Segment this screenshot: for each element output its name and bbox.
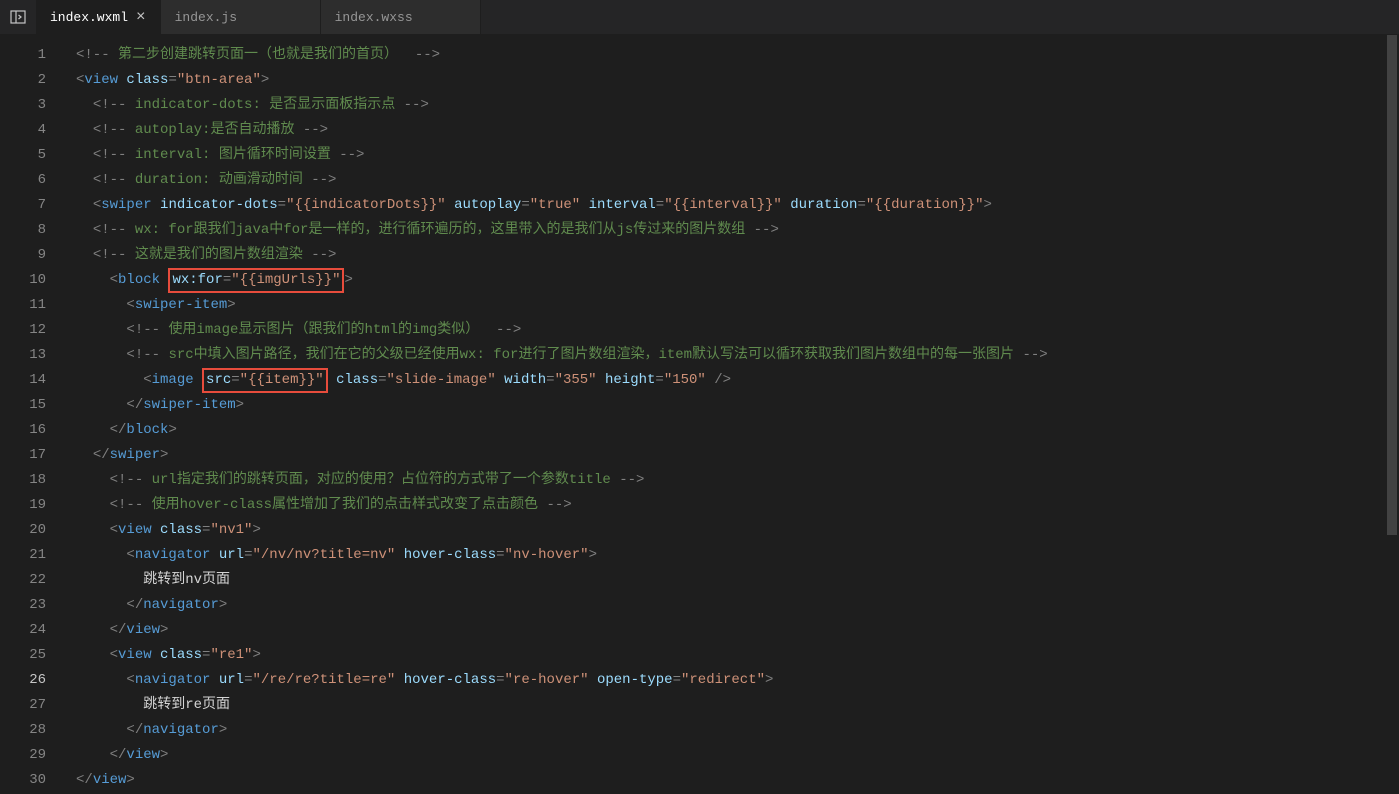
code-line[interactable]: </view> [64, 743, 1385, 768]
highlight-box-src: src="{{item}}" [202, 368, 328, 393]
code-line[interactable]: <navigator url="/nv/nv?title=nv" hover-c… [64, 543, 1385, 568]
line-number: 27 [0, 693, 64, 718]
close-icon[interactable]: × [136, 8, 146, 26]
code-line[interactable]: <view class="nv1"> [64, 518, 1385, 543]
line-number: 14 [0, 368, 64, 393]
tab-label: index.wxss [335, 10, 413, 25]
code-line[interactable]: <!-- wx: for跟我们java中for是一样的，进行循环遍历的，这里带入… [64, 218, 1385, 243]
tab-index-wxss[interactable]: index.wxss [321, 0, 481, 34]
tab-index-js[interactable]: index.js [161, 0, 321, 34]
code-content[interactable]: <!-- 第二步创建跳转页面一（也就是我们的首页） --><view class… [64, 35, 1385, 794]
vertical-scrollbar[interactable] [1385, 35, 1399, 794]
code-line[interactable]: <!-- url指定我们的跳转页面，对应的使用？占位符的方式带了一个参数titl… [64, 468, 1385, 493]
line-number: 4 [0, 118, 64, 143]
line-number: 22 [0, 568, 64, 593]
code-line[interactable]: <!-- 这就是我们的图片数组渲染 --> [64, 243, 1385, 268]
line-number: 21 [0, 543, 64, 568]
line-number: 9 [0, 243, 64, 268]
line-number: 13 [0, 343, 64, 368]
line-number: 5 [0, 143, 64, 168]
code-line[interactable]: <!-- 使用hover-class属性增加了我们的点击样式改变了点击颜色 --… [64, 493, 1385, 518]
code-line[interactable]: </block> [64, 418, 1385, 443]
editor: 1234567891011121314151617181920212223242… [0, 35, 1399, 794]
tabs-container: index.wxml × index.js index.wxss [36, 0, 481, 34]
line-number: 28 [0, 718, 64, 743]
panel-layout-icon[interactable] [0, 0, 36, 34]
code-line[interactable]: </swiper> [64, 443, 1385, 468]
code-line[interactable]: </view> [64, 618, 1385, 643]
code-line[interactable]: <!-- duration: 动画滑动时间 --> [64, 168, 1385, 193]
line-number: 20 [0, 518, 64, 543]
tab-index-wxml[interactable]: index.wxml × [36, 0, 161, 34]
code-line[interactable]: <!-- autoplay:是否自动播放 --> [64, 118, 1385, 143]
line-number: 8 [0, 218, 64, 243]
tab-label: index.js [175, 10, 237, 25]
code-line[interactable]: <image src="{{item}}" class="slide-image… [64, 368, 1385, 393]
line-number: 15 [0, 393, 64, 418]
line-number: 16 [0, 418, 64, 443]
line-number: 1 [0, 43, 64, 68]
code-line[interactable]: <view class="re1"> [64, 643, 1385, 668]
line-number: 24 [0, 618, 64, 643]
line-number: 3 [0, 93, 64, 118]
code-line[interactable]: <swiper indicator-dots="{{indicatorDots}… [64, 193, 1385, 218]
code-line[interactable]: </view> [64, 768, 1385, 793]
code-line[interactable]: </swiper-item> [64, 393, 1385, 418]
line-number-gutter: 1234567891011121314151617181920212223242… [0, 35, 64, 794]
code-line[interactable]: 跳转到re页面 [64, 693, 1385, 718]
code-line[interactable]: <!-- 使用image显示图片（跟我们的html的img类似） --> [64, 318, 1385, 343]
line-number: 26 [0, 668, 64, 693]
code-line[interactable]: <!-- interval: 图片循环时间设置 --> [64, 143, 1385, 168]
code-line[interactable]: <!-- 第二步创建跳转页面一（也就是我们的首页） --> [64, 43, 1385, 68]
code-line[interactable]: <view class="btn-area"> [64, 68, 1385, 93]
highlight-box-wx-for: wx:for="{{imgUrls}}" [168, 268, 344, 293]
code-line[interactable]: <swiper-item> [64, 293, 1385, 318]
code-line[interactable]: </navigator> [64, 593, 1385, 618]
tab-bar: index.wxml × index.js index.wxss [0, 0, 1399, 35]
code-line[interactable]: <!-- indicator-dots: 是否显示面板指示点 --> [64, 93, 1385, 118]
line-number: 6 [0, 168, 64, 193]
scrollbar-thumb[interactable] [1387, 35, 1397, 535]
line-number: 29 [0, 743, 64, 768]
line-number: 2 [0, 68, 64, 93]
line-number: 25 [0, 643, 64, 668]
line-number: 30 [0, 768, 64, 793]
line-number: 10 [0, 268, 64, 293]
line-number: 12 [0, 318, 64, 343]
line-number: 23 [0, 593, 64, 618]
code-line[interactable]: 跳转到nv页面 [64, 568, 1385, 593]
line-number: 19 [0, 493, 64, 518]
line-number: 11 [0, 293, 64, 318]
line-number: 17 [0, 443, 64, 468]
code-line[interactable]: </navigator> [64, 718, 1385, 743]
code-line[interactable]: <block wx:for="{{imgUrls}}"> [64, 268, 1385, 293]
line-number: 18 [0, 468, 64, 493]
code-line[interactable]: <navigator url="/re/re?title=re" hover-c… [64, 668, 1385, 693]
code-line[interactable]: <!-- src中填入图片路径，我们在它的父级已经使用wx: for进行了图片数… [64, 343, 1385, 368]
tab-label: index.wxml [50, 10, 128, 25]
line-number: 7 [0, 193, 64, 218]
